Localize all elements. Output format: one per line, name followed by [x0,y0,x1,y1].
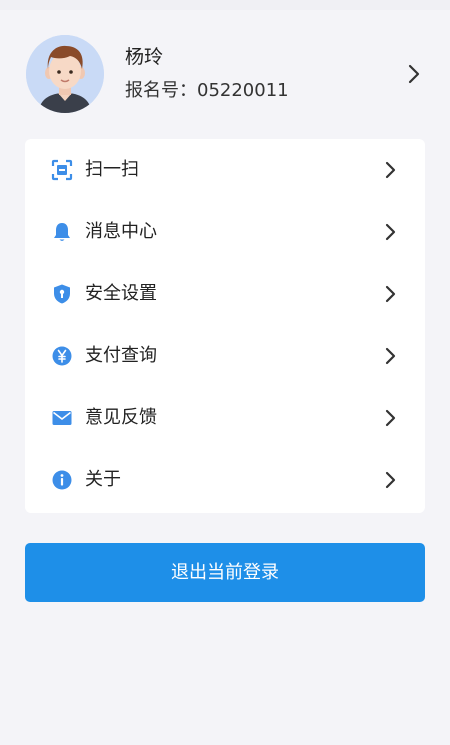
yen-icon [52,346,72,366]
menu-item-feedback[interactable]: 意见反馈 [25,387,425,449]
chevron-right-icon [385,347,396,365]
scan-icon [51,159,73,181]
menu-item-label: 支付查询 [85,345,157,366]
menu-list: 扫一扫 消息中心 安全设置 支付查询 意见反馈 关于 [25,139,425,513]
info-icon [52,470,72,490]
chevron-right-icon [408,64,420,84]
chevron-right-icon [385,409,396,427]
chevron-right-icon [385,471,396,489]
mail-icon [52,411,72,425]
menu-item-label: 消息中心 [85,221,157,242]
menu-item-messages[interactable]: 消息中心 [25,201,425,263]
chevron-right-icon [385,161,396,179]
menu-item-label: 安全设置 [85,283,157,304]
profile-header[interactable]: 杨玲 报名号：05220011 [0,30,450,120]
bell-icon [54,223,70,241]
menu-item-security[interactable]: 安全设置 [25,263,425,325]
logout-button[interactable]: 退出当前登录 [25,543,425,602]
menu-item-label: 意见反馈 [85,407,157,428]
menu-item-label: 扫一扫 [85,159,139,180]
shield-icon [54,284,70,304]
menu-item-label: 关于 [85,469,121,490]
status-bar [0,0,450,10]
avatar [26,35,104,113]
menu-item-about[interactable]: 关于 [25,449,425,511]
chevron-right-icon [385,285,396,303]
menu-item-payment[interactable]: 支付查询 [25,325,425,387]
registration-number: 报名号：05220011 [125,80,289,101]
chevron-right-icon [385,223,396,241]
avatar-illustration [26,35,104,113]
menu-item-scan[interactable]: 扫一扫 [25,139,425,201]
profile-name: 杨玲 [125,46,164,68]
